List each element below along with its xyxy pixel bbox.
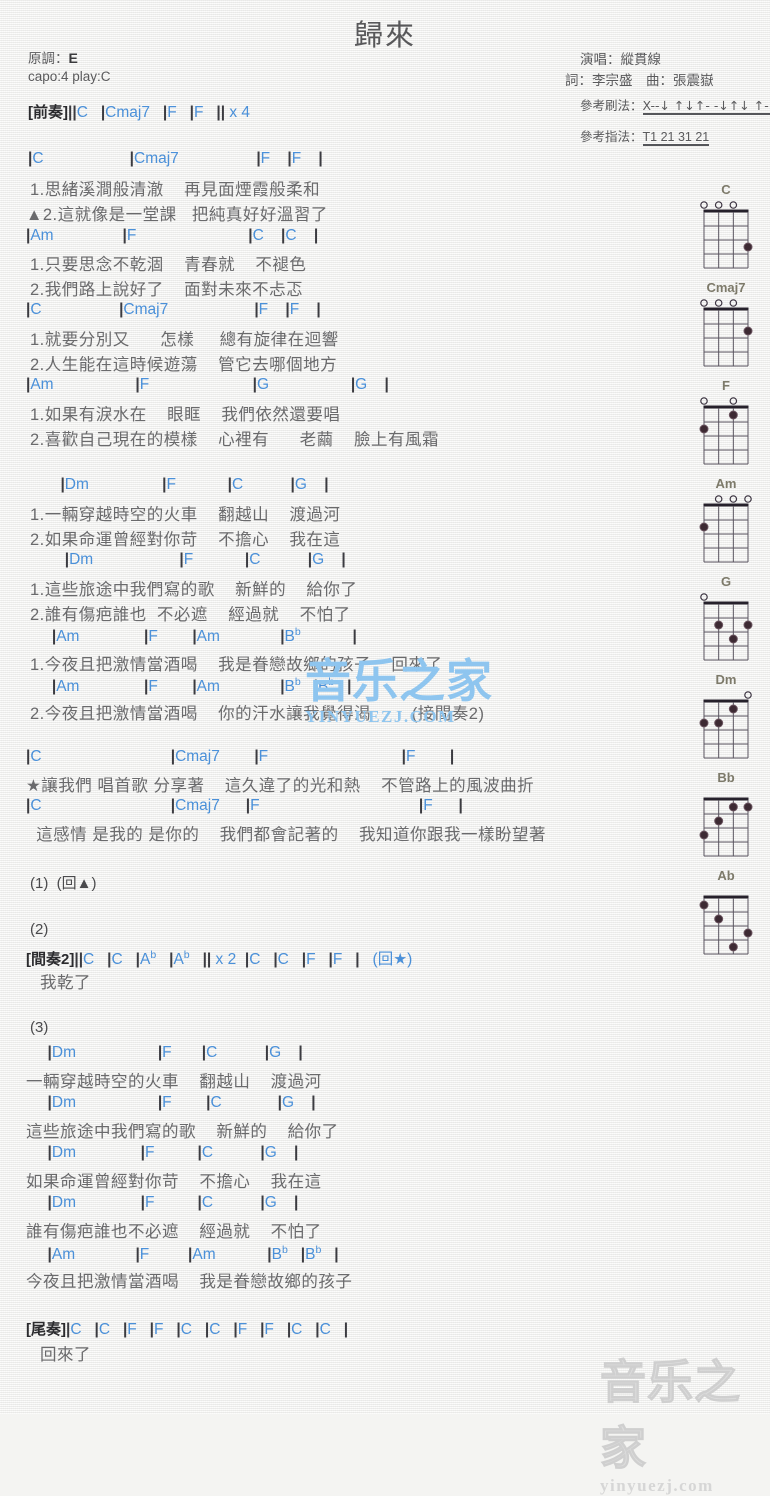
chord-diagram-f: F [694,378,758,466]
lyric-line: 今夜且把激情當酒喝 我是眷戀故鄉的孩子 [26,1273,353,1291]
lyric-line: 回來了 [40,1346,91,1364]
chord-diagram-grid [694,296,758,368]
chord-diagram-grid [694,198,758,270]
chord-line: |Dm |F |C |G | [47,1044,303,1061]
singer-credit: 演唱：縱貫線 [580,52,661,67]
chord-diagram-c: C [694,182,758,270]
song-sheet: 歸來 原調：E capo:4 play:C 演唱：縱貫線 詞：李宗盛 曲：張震嶽… [0,0,770,1496]
lyric-line: 1.只要思念不乾涸 青春就 不褪色 [30,256,307,274]
lyric-line: 一輛穿越時空的火車 翻越山 渡過河 [26,1073,322,1091]
chord-line: |Am |F |C |C | [26,227,319,244]
chord-diagram-g: G [694,574,758,662]
outro-line: [尾奏]|C |C |F |F |C |C |F |F |C |C | [26,1318,348,1339]
chord-line: |Am |F |Am |Bb | [51,626,357,646]
lyric-line: 如果命運曾經對你苛 不擔心 我在這 [26,1173,322,1191]
interlude2-tag: [間奏2] [26,951,75,968]
lyric-line: 2.我們路上說好了 面對未來不忐忑 [30,281,304,299]
lyric-line: 2.今夜且把激情當酒喝 你的汗水讓我覺得渴 (接間奏2) [30,705,485,723]
interlude2-chords: ||C |C |Ab |Ab || x 2 |C |C |F |F | (回★) [74,948,413,968]
chord-diagram-name: F [722,378,730,393]
chord-line: |C |Cmaj7 |F |F | [26,748,455,765]
strum-pattern: X--↓ ↑↓↑- -↓↑↓ ↑-↑↓ [642,98,770,115]
chord-diagram-am: Am [694,476,758,564]
lyric-line: 1.這些旅途中我們寫的歌 新鮮的 給你了 [30,581,358,599]
intro-chords: ||C |Cmaj7 |F |F || x 4 [68,104,251,121]
watermark-bottom-hanzi: 音乐之家 [600,1355,741,1476]
original-key-value: E [68,50,78,66]
strum-reference: 參考刷法：X--↓ ↑↓↑- -↓↑↓ ↑-↑↓ [580,95,770,115]
repeat-marker-3: (3) [30,1019,49,1036]
chord-diagram-name: G [720,574,732,589]
chord-diagram-panel: C Cmaj7 F Am G Dm Bb Ab [694,182,764,966]
lyric-line: 誰有傷疤誰也不必遮 經過就 不怕了 [26,1223,322,1241]
chord-diagram-dm: Dm [694,672,758,760]
chord-diagram-grid [694,688,758,760]
lyric-line: 1.思緒溪澗般清澈 再見面煙霞般柔和 [30,181,321,199]
lyric-line: ★讓我們 唱首歌 分享著 這久違了的光和熱 不管路上的風波曲折 [26,777,535,795]
chord-line: |Dm |F |C |G | [64,551,346,568]
chord-diagram-name: Dm [715,672,737,687]
interlude2-line: [間奏2]||C |C |Ab |Ab || x 2 |C |C |F |F |… [26,947,412,969]
chord-line: |Am |F |G |G | [26,376,389,393]
intro-tag: [前奏] [28,104,68,121]
intro-line: [前奏]||C |Cmaj7 |F |F || x 4 [28,101,250,122]
chord-line: |Dm |F |C |G | [47,1094,316,1111]
outro-tag: [尾奏] [26,1321,66,1338]
chord-diagram-grid [694,884,758,956]
lyric-line: 1.如果有淚水在 眼眶 我們依然還要唱 [30,406,341,424]
lyric-line: 2.喜歡自己現在的模樣 心裡有 老繭 臉上有風霜 [30,431,439,449]
original-key: 原調：E [28,47,78,67]
chord-diagram-name: Ab [717,868,735,883]
lyric-line: 我乾了 [40,974,91,992]
repeat-marker-1: (1) (回▲) [30,875,97,892]
lyric-line: 這些旅途中我們寫的歌 新鮮的 給你了 [26,1123,339,1141]
chord-diagram-grid [694,590,758,662]
chord-diagram-grid [694,492,758,564]
chord-diagram-grid [694,394,758,466]
capo-info: capo:4 play:C [28,69,111,84]
watermark-bottom: 音乐之家 yinyuezj.com [600,1330,770,1496]
watermark-bottom-latin: yinyuezj.com [600,1476,714,1495]
lyric-line: ▲2.這就像是一堂課 把純真好好溫習了 [26,206,328,224]
chord-diagram-cmaj7: Cmaj7 [694,280,758,368]
strum-label: 參考刷法： [580,99,643,113]
picking-label: 參考指法： [580,130,643,144]
lyric-line: 這感情 是我的 是你的 我們都會記著的 我知道你跟我一樣盼望著 [26,826,547,844]
original-key-label: 原調： [28,51,69,66]
lyric-line: 2.如果命運曾經對你苛 不擔心 我在這 [30,531,341,549]
writer-credit: 詞：李宗盛 曲：張震嶽 [565,73,714,88]
chord-line: |C |Cmaj7 |F |F | [26,301,321,318]
lyric-line: 2.誰有傷疤誰也 不必遮 經過就 不怕了 [30,606,351,624]
chord-line: |C |Cmaj7 |F |F | [26,797,463,814]
chord-diagram-name: Cmaj7 [706,280,746,295]
chord-line: |Dm |F |C |G | [47,1144,299,1161]
chord-line: |Am |F |Am |Bb |Bb | [47,1244,339,1264]
chord-line: |C |Cmaj7 |F |F | [28,150,323,167]
lyric-line: 1.一輛穿越時空的火車 翻越山 渡過河 [30,506,341,524]
repeat-marker-2: (2) [30,921,49,938]
outro-chords: |C |C |F |F |C |C |F |F |C |C | [66,1321,349,1338]
lyric-line: 1.今夜且把激情當酒喝 我是眷戀故鄉的孩子 回來了 [30,656,443,674]
lyric-line: 2.人生能在這時候遊蕩 管它去哪個地方 [30,356,338,374]
picking-reference: 參考指法：T1 21 31 21 [580,126,710,146]
chord-diagram-grid [694,786,758,858]
chord-diagram-name: Am [715,476,737,491]
chord-diagram-bb: Bb [694,770,758,858]
chord-diagram-name: Bb [717,770,735,785]
chord-line: |Dm |F |C |G | [47,1194,299,1211]
chord-line: |Dm |F |C |G | [60,476,329,493]
picking-pattern: T1 21 31 21 [642,130,710,146]
chord-line: |Am |F |Am |Bb |Bb | [51,676,352,696]
chord-diagram-ab: Ab [694,868,758,956]
lyric-line: 1.就要分別又 怎樣 總有旋律在迴響 [30,331,339,349]
chord-diagram-name: C [721,182,731,197]
